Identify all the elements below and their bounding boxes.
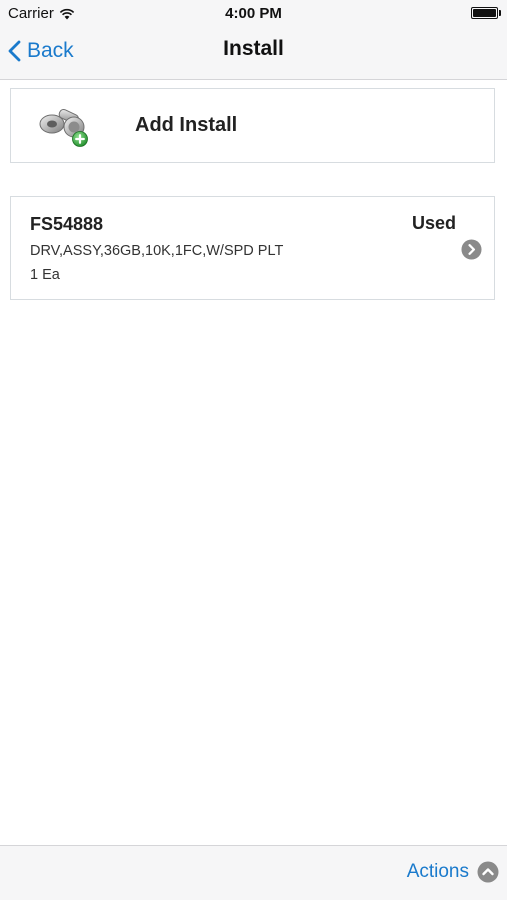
battery-icon [471, 7, 498, 19]
status-badge: Used [411, 213, 456, 233]
actions-button[interactable]: Actions [407, 861, 499, 883]
quantity: 1 Ea [30, 267, 60, 283]
screen: Carrier 4:00 PM Back Install Add Install… [0, 0, 507, 900]
bottom-toolbar: Actions [0, 845, 507, 900]
battery-level [473, 9, 496, 17]
chevron-right-icon[interactable] [461, 239, 482, 260]
add-install-icon [39, 108, 88, 147]
page-title: Install [223, 37, 284, 60]
part-description: DRV,ASSY,36GB,10K,1FC,W/SPD PLT [30, 243, 284, 259]
chevron-up-circle-icon [477, 861, 499, 883]
top-bar: Carrier 4:00 PM Back Install [0, 0, 507, 80]
battery-tip [499, 10, 501, 16]
add-install-row[interactable]: Add Install [10, 88, 495, 163]
list-item[interactable]: FS54888 Used DRV,ASSY,36GB,10K,1FC,W/SPD… [10, 196, 495, 300]
part-number: FS54888 [30, 214, 104, 234]
add-install-label: Add Install [135, 114, 238, 136]
status-time: 4:00 PM [225, 5, 282, 22]
actions-label: Actions [406, 861, 469, 882]
